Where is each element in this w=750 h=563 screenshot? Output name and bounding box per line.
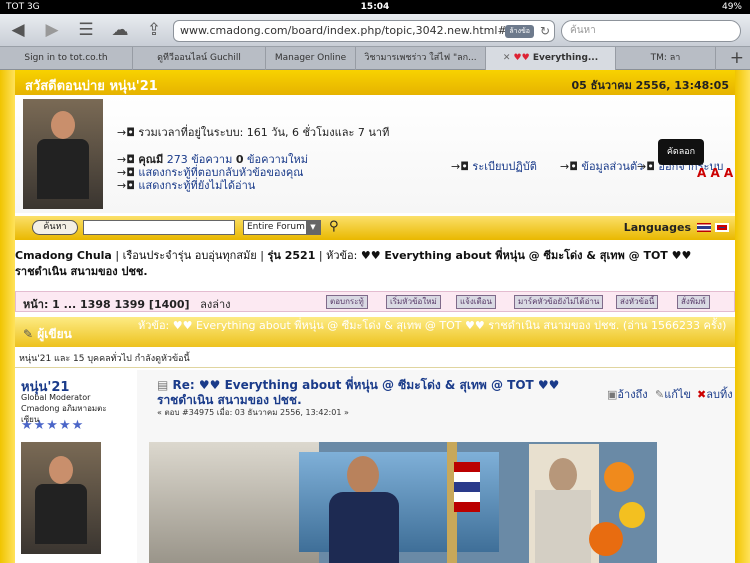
mark-unread-button[interactable]: มาร์คหัวข้อยังไม่ได้อ่าน — [514, 295, 604, 309]
link-profile[interactable]: →◘ ข้อมูลส่วนตัว — [560, 157, 643, 175]
battery: 49% — [721, 2, 742, 12]
author-column: ✎ ผู้เขียน — [23, 327, 72, 341]
icloud-icon[interactable]: ☁ — [108, 20, 132, 40]
browser-toolbar: ◀ ▶ ☰ ☁ ⇪ www.cmadong.com/board/index.ph… — [0, 14, 750, 47]
post-avatar — [21, 442, 101, 554]
quote-icon: ▣ — [607, 388, 618, 401]
tab-everything[interactable]: ✕ ♥♥ Everything... — [486, 47, 616, 70]
viewers-line: หนุ่น'21 และ 15 บุคคลทั่วไป กำลังดูหัวข้… — [15, 351, 735, 368]
copy-popup[interactable]: คัดลอก — [658, 139, 704, 165]
edit-icon: ✎ — [655, 388, 665, 401]
reply-button[interactable]: ตอบกระทู้ — [326, 295, 368, 309]
quote-button[interactable]: ▣อ้างถึง — [607, 385, 648, 403]
search-icon[interactable]: ⚲ — [329, 219, 339, 234]
forum-search-input[interactable] — [83, 220, 235, 235]
web-page: สวัสดีตอนบ่าย หนุ่น'21 05 ธันวาคม 2556, … — [0, 70, 750, 563]
share-icon[interactable]: ⇪ — [142, 20, 166, 40]
greeting: สวัสดีตอนบ่าย หนุ่น'21 — [25, 79, 158, 94]
thai-flag-icon[interactable] — [697, 223, 711, 232]
link-unread[interactable]: →◘ แสดงกระทู้ที่ยังไม่ได้อ่าน — [117, 176, 255, 194]
crumb-board[interactable]: เรือนประจำรุ่น อบอุ่นทุกสมัย — [123, 249, 257, 262]
send-topic-button[interactable]: ส่งหัวข้อนี้ — [616, 295, 659, 309]
edit-button[interactable]: ✎แก้ไข — [655, 385, 691, 403]
thread-title: หัวข้อ: ♥♥ Everything about พี่หนุ่น @ ซ… — [138, 319, 727, 332]
pencil-icon: ✎ — [23, 327, 38, 341]
avatar — [23, 99, 103, 209]
ios-status-bar: TOT 3G 15:04 49% — [0, 0, 750, 14]
post-title[interactable]: ▤ Re: ♥♥ Everything about พี่หนุ่น @ ซีม… — [157, 378, 577, 408]
close-tab-icon[interactable]: ✕ — [503, 53, 514, 63]
pagination-bar: หน้า: 1 ... 1398 1399 [1400] ลงล่าง ตอบก… — [15, 291, 735, 312]
address-bar[interactable]: www.cmadong.com/board/index.php/topic,30… — [173, 20, 555, 42]
forum-scope-select[interactable]: Entire Forum ▼ — [243, 220, 321, 235]
tab-news[interactable]: วิชามารเพชร่าว ใส่ไฟ "ลก... — [356, 47, 486, 70]
chevron-down-icon: ▼ — [306, 221, 320, 234]
new-tab-icon[interactable]: + — [730, 47, 744, 70]
forum-search-button[interactable]: ค้นหา — [32, 220, 78, 235]
post: หนุ่น'21 Global Moderator Cmadong อภิมหาอ… — [15, 370, 735, 563]
right-border — [735, 70, 750, 563]
link-calendar[interactable]: →◘ ระเบียบปฏิบัติ — [451, 157, 537, 175]
forum-header: สวัสดีตอนบ่าย หนุ่น'21 05 ธันวาคม 2556, … — [15, 70, 735, 95]
post-author-panel: หนุ่น'21 Global Moderator Cmadong อภิมหาอ… — [15, 370, 135, 563]
post-icon: ▤ — [157, 378, 173, 392]
delete-button[interactable]: ✖ลบทิ้ง — [697, 385, 733, 403]
tab-manager[interactable]: Manager Online — [266, 47, 356, 70]
forward-icon[interactable]: ▶ — [40, 20, 64, 40]
clock: 15:04 — [360, 2, 390, 12]
user-info-box: →◘ รวมเวลาที่อยู่ในระบบ: 161 วัน, 6 ชั่ว… — [15, 95, 735, 213]
post-meta: « ตอบ #34975 เมื่อ: 03 ธันวาคม 2556, 13:… — [157, 408, 349, 417]
print-button[interactable]: สั่งพิมพ์ — [677, 295, 710, 309]
url-badge: ล้างข้อ — [505, 25, 534, 38]
tab-tm[interactable]: TM: ลา — [616, 47, 716, 70]
left-border — [0, 70, 15, 563]
post-body: ▤ Re: ♥♥ Everything about พี่หนุ่น @ ซีม… — [137, 370, 735, 563]
tab-tot[interactable]: Sign in to tot.co.th — [0, 47, 133, 70]
tab-guchill[interactable]: ดูทีวีออนไลน์ Guchill — [133, 47, 266, 70]
page-links[interactable]: หน้า: 1 ... 1398 1399 [1400] ลงล่าง — [23, 295, 231, 313]
crumb-site[interactable]: Cmadong Chula — [15, 249, 112, 262]
crumb-class[interactable]: รุ่น 2521 — [267, 249, 315, 262]
back-icon[interactable]: ◀ — [6, 20, 30, 40]
time-online: →◘ รวมเวลาที่อยู่ในระบบ: 161 วัน, 6 ชั่ว… — [117, 126, 390, 139]
bookmarks-icon[interactable]: ☰ — [74, 20, 98, 40]
post-photo — [149, 442, 657, 563]
search-row: ค้นหา Entire Forum ▼ ⚲ Languages — [15, 216, 735, 240]
languages-label: Languages — [623, 221, 691, 234]
font-sizer[interactable]: A A A — [697, 166, 733, 180]
tab-strip: Sign in to tot.co.th ดูทีวีออนไลน์ Guchi… — [0, 47, 750, 70]
breadcrumb: Cmadong Chula | เรือนประจำรุ่น อบอุ่นทุก… — [15, 249, 692, 278]
uk-flag-icon[interactable] — [715, 223, 729, 232]
new-topic-button[interactable]: เริ่มหัวข้อใหม่ — [386, 295, 441, 309]
reload-icon[interactable]: ↻ — [540, 21, 550, 41]
date: 05 ธันวาคม 2556, 13:48:05 — [571, 79, 729, 92]
search-field[interactable]: ค้นหา — [561, 20, 741, 42]
thread-header: ✎ ผู้เขียน หัวข้อ: ♥♥ Everything about พ… — [15, 317, 735, 347]
url-text: www.cmadong.com/board/index.php/topic,30… — [180, 24, 530, 37]
notify-button[interactable]: แจ้งเตือน — [456, 295, 496, 309]
rank-stars: ★★★★★ — [21, 418, 85, 433]
delete-icon: ✖ — [697, 388, 707, 401]
